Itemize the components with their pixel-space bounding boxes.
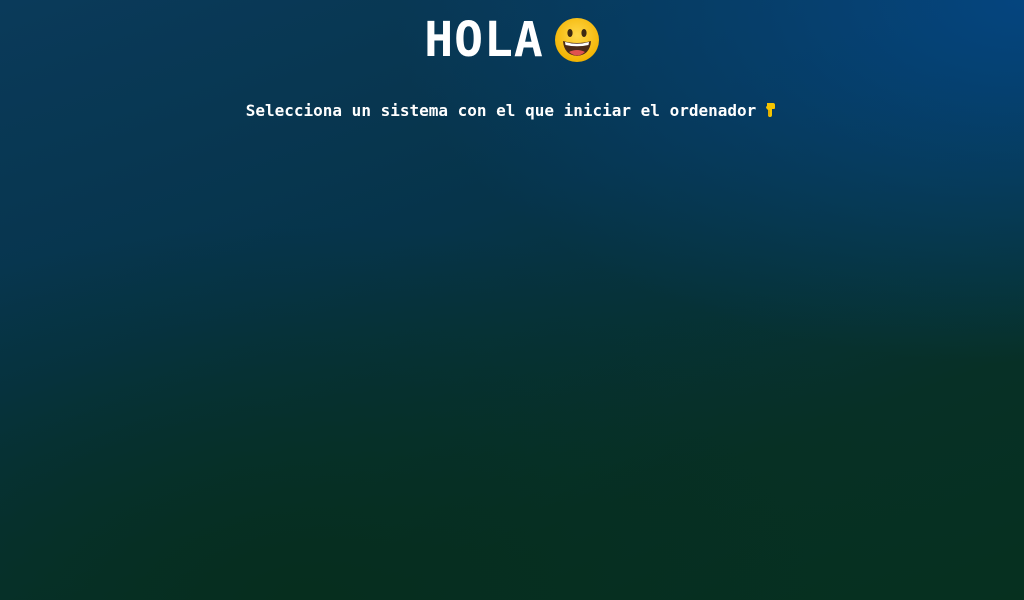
grinning-face-icon — [554, 17, 600, 63]
boot-prompt-text: Selecciona un sistema con el que iniciar… — [245, 101, 757, 120]
pointing-down-hand-icon — [762, 102, 778, 118]
boot-selector-screen: HOLA Selecciona un sistema con el que in… — [0, 0, 1024, 600]
boot-prompt: Selecciona un sistema con el que iniciar… — [0, 100, 1024, 122]
greeting-heading: HOLA — [0, 10, 1024, 70]
greeting-title: HOLA — [424, 12, 544, 68]
